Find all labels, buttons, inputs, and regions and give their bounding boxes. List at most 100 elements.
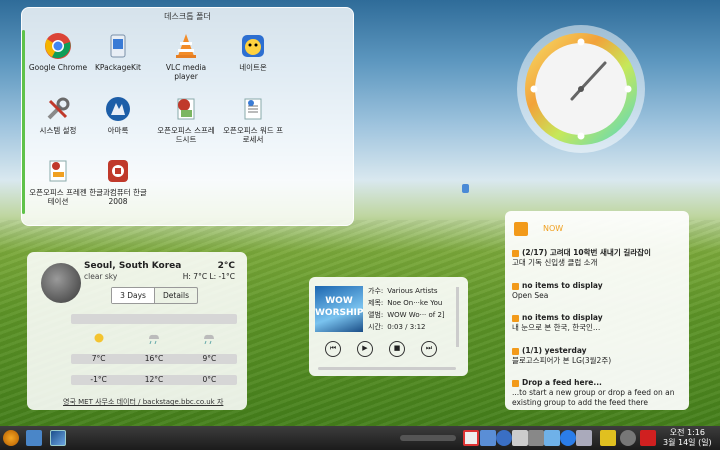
forecast-high: 7°C	[91, 354, 106, 363]
title-value: Noe On···ke You	[387, 299, 443, 307]
forecast-high: 16°C	[144, 354, 164, 363]
rain-icon	[126, 332, 181, 346]
taskbar-clock[interactable]: 오전 1:16 3월 14일 (일)	[663, 428, 712, 448]
forecast-low: -1°C	[90, 375, 107, 384]
forecast-high-row: 7°C 16°C 9°C	[71, 354, 237, 364]
zoom-slider[interactable]	[400, 435, 456, 441]
vlc-icon	[176, 34, 196, 58]
icon-label: 오픈오피스 워드 프로세서	[223, 126, 283, 144]
chrome-icon	[45, 33, 71, 59]
playback-progress-bar[interactable]	[318, 367, 456, 370]
desktop-icon-hwp[interactable]: 한글과컴퓨터 한글 2008	[87, 157, 149, 206]
feed-item[interactable]: no items to display 내 눈으로 본 한국, 한국인…	[512, 313, 684, 333]
previous-button[interactable]: ⏮	[325, 341, 341, 357]
time-label: 시간:	[368, 323, 384, 331]
messenger-icon[interactable]	[560, 430, 576, 446]
kde-menu-icon[interactable]	[3, 430, 19, 446]
analog-clock-widget	[517, 25, 645, 153]
time-value: 0:03 / 3:12	[387, 323, 426, 331]
icon-label: Google Chrome	[28, 63, 88, 72]
title-label: 제목:	[368, 299, 384, 307]
weather-city: Seoul, South Korea	[84, 261, 182, 271]
desktop-pager-icon[interactable]	[50, 430, 66, 446]
desktop-icon-chrome[interactable]: Google Chrome	[27, 32, 89, 72]
forecast-low: 0°C	[202, 375, 217, 384]
record-icon[interactable]	[463, 430, 479, 446]
icon-label: 시스템 설정	[39, 126, 77, 135]
rain-icon	[182, 332, 237, 346]
rss-icon	[514, 222, 528, 236]
album-value: WOW Wo··· of 2]	[387, 311, 445, 319]
icon-label: 한글과컴퓨터 한글 2008	[89, 188, 147, 206]
amarok-icon	[106, 97, 130, 121]
desktop-icon-amarok[interactable]: 아마록	[87, 95, 149, 135]
next-icon: ⏭	[425, 344, 433, 352]
tab-details[interactable]: Details	[155, 288, 197, 303]
feed-item[interactable]: (2/17) 고려대 10학번 새내기 길라잡이 고대 기독 신입생 클럽 소개	[512, 248, 684, 268]
tab-3-days[interactable]: 3 Days	[112, 288, 155, 303]
desktop-icon-system-settings[interactable]: 시스템 설정	[27, 95, 89, 135]
taskbar: 오전 1:16 3월 14일 (일)	[0, 426, 720, 450]
folder-icon[interactable]	[26, 430, 42, 446]
moon-icon	[41, 263, 81, 303]
folder-accent-bar	[22, 30, 25, 214]
volume-icon[interactable]	[512, 430, 528, 446]
forecast-low-row: -1°C 12°C 0°C	[71, 375, 237, 385]
artist-row: 가수: Various Artists	[368, 286, 438, 296]
keyboard-icon[interactable]	[576, 430, 592, 446]
weather-tabs: 3 Days Details	[111, 287, 198, 304]
desktop-icon-kpackagekit[interactable]: KPackageKit	[87, 32, 149, 72]
hwp-icon	[108, 160, 128, 182]
feed-item-body: Open Sea	[512, 291, 549, 300]
previous-icon: ⏮	[329, 344, 337, 352]
artist-value: Various Artists	[387, 287, 438, 295]
time-row: 시간: 0:03 / 3:12	[368, 322, 425, 332]
feed-drop-zone[interactable]: Drop a feed here... ...to start a new gr…	[512, 378, 684, 408]
weather-credit-link[interactable]: 영국 MET 사무소 데이터 / backstage.bbc.co.uk 자	[63, 397, 243, 407]
close-icon[interactable]	[640, 430, 656, 446]
stop-icon: ■	[393, 344, 401, 352]
player-scrollbar[interactable]	[456, 287, 459, 347]
feed-item-body: ...to start a new group or drop a feed o…	[512, 388, 675, 407]
package-icon	[110, 34, 126, 58]
album-row: 앨범: WOW Wo··· of 2]	[368, 310, 445, 320]
artist-label: 가수:	[368, 287, 384, 295]
word-processor-icon	[244, 98, 262, 120]
icon-label: VLC media player	[165, 63, 207, 81]
icon-label: 아마록	[107, 126, 129, 135]
desktop-icon-oo-spreadsheet[interactable]: 오픈오피스 스프레드시트	[155, 95, 217, 144]
album-art: WOW WORSHIP	[315, 286, 363, 332]
media-player-widget: WOW WORSHIP 가수: Various Artists 제목: Noe …	[309, 277, 468, 376]
forecast-day-row	[71, 314, 237, 324]
weather-temperature: 2°C	[217, 261, 235, 271]
desktop-icon-vlc[interactable]: VLC media player	[155, 32, 217, 81]
device-notifier-icon[interactable]	[544, 430, 560, 446]
info-icon[interactable]	[620, 430, 636, 446]
feed-item[interactable]: (1/1) yesterday 블로고스피어가 본 LG(3월2주)	[512, 346, 684, 366]
feed-item[interactable]: no items to display Open Sea	[512, 281, 684, 301]
clipboard-icon[interactable]	[528, 430, 544, 446]
feed-icon	[512, 249, 519, 257]
bluetooth-icon[interactable]	[496, 430, 512, 446]
feed-item-body: 블로고스피어가 본 LG(3월2주)	[512, 356, 612, 365]
updates-icon[interactable]	[600, 430, 616, 446]
icon-label: 네이트온	[239, 63, 267, 72]
feed-icon	[512, 314, 519, 322]
weather-high-low: H: 7°C L: -1°C	[182, 272, 235, 281]
system-settings-icon	[47, 97, 70, 120]
network-icon[interactable]	[480, 430, 496, 446]
forecast-high: 9°C	[202, 354, 217, 363]
forecast-low: 12°C	[144, 375, 164, 384]
nateon-icon	[242, 35, 264, 57]
desktop-icon-oo-writer[interactable]: 오픈오피스 워드 프로세서	[222, 95, 284, 144]
stop-button[interactable]: ■	[389, 341, 405, 357]
desktop-icon-oo-impress[interactable]: 오픈오피스 프레젠테이션	[27, 157, 89, 206]
feed-item-body: 고대 기독 신입생 클럽 소개	[512, 258, 598, 267]
desktop-item-icon[interactable]	[462, 184, 469, 193]
presentation-icon	[49, 160, 67, 182]
next-button[interactable]: ⏭	[421, 341, 437, 357]
weather-condition: clear sky	[84, 272, 118, 281]
icon-label: 오픈오피스 프레젠테이션	[29, 188, 87, 206]
play-button[interactable]: ▶	[357, 341, 373, 357]
desktop-icon-nateon[interactable]: 네이트온	[222, 32, 284, 72]
